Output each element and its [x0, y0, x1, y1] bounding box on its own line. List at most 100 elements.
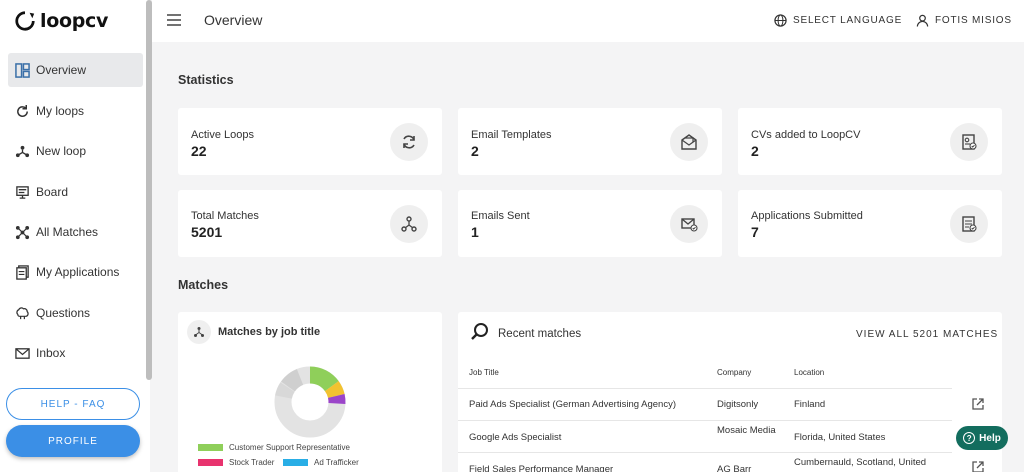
legend-item[interactable]: Stock Trader — [198, 458, 274, 467]
dashboard-icon — [14, 62, 30, 78]
sidebar-item-label: Questions — [36, 306, 91, 320]
sidebar-item-label: All Matches — [36, 225, 99, 239]
location-cell: Florida, United States — [794, 432, 886, 443]
nodes-icon — [390, 205, 428, 243]
donut-slice-yellow[interactable] — [324, 381, 345, 399]
refresh-icon — [14, 103, 30, 119]
sidebar-item-label: My Applications — [36, 265, 120, 279]
logo[interactable]: loopcv — [14, 9, 108, 33]
legend-label: Ad Trafficker — [314, 458, 359, 467]
stat-value: 2 — [751, 143, 759, 159]
stat-label: Total Matches — [191, 210, 259, 222]
sidebar-item-inbox[interactable]: Inbox — [8, 336, 143, 370]
stat-card-emails-sent: Emails Sent 1 — [458, 190, 722, 257]
refresh-icon — [390, 123, 428, 161]
legend-item[interactable]: Customer Support Representative — [198, 443, 350, 452]
sidebar-item-board[interactable]: Board — [8, 175, 143, 209]
mail-icon — [14, 345, 30, 361]
loopcv-logo-icon — [15, 11, 35, 31]
search-icon — [471, 323, 488, 340]
top-bar: Overview SELECT LANGUAGE FOTIS MISIOS — [152, 0, 1024, 42]
job-title-cell[interactable]: Field Sales Performance Manager — [469, 464, 613, 472]
table-divider — [458, 388, 952, 389]
sidebar-item-label: New loop — [36, 144, 87, 158]
stat-label: Applications Submitted — [751, 210, 863, 222]
statistics-title: Statistics — [178, 73, 234, 87]
globe-icon — [774, 14, 787, 27]
view-all-matches-link[interactable]: VIEW ALL 5201 MATCHES — [856, 329, 998, 340]
matches-title: Matches — [178, 278, 229, 292]
matches-by-job-title-card: Matches by job title Customer Support Re… — [178, 312, 442, 472]
location-cell: Cumbernauld, Scotland, United — [794, 457, 927, 468]
mail-check-icon — [670, 205, 708, 243]
legend-label: Stock Trader — [229, 458, 275, 467]
sidebar-item-new-loop[interactable]: New loop — [8, 134, 143, 168]
brain-icon — [14, 305, 30, 321]
help-button[interactable]: ? Help — [956, 426, 1008, 450]
donut-slice-grey[interactable] — [281, 369, 304, 392]
help-faq-button[interactable]: HELP - FAQ — [6, 388, 140, 420]
stat-value: 22 — [191, 143, 207, 159]
application-check-icon — [950, 205, 988, 243]
location-cell: Finland — [794, 399, 826, 410]
stat-card-total-matches: Total Matches 5201 — [178, 190, 442, 257]
donut-slice-purple[interactable] — [327, 393, 346, 404]
sidebar-item-my-applications[interactable]: My Applications — [8, 255, 143, 289]
user-menu-button[interactable]: FOTIS MISIOS — [916, 14, 1012, 27]
stat-card-active-loops: Active Loops 22 — [178, 108, 442, 175]
job-title-donut-chart[interactable] — [274, 366, 346, 438]
donut-slice-grey-2[interactable] — [275, 382, 295, 400]
brand-name: loopcv — [40, 10, 109, 32]
external-link-icon[interactable] — [971, 460, 985, 472]
legend-swatch — [198, 444, 223, 451]
select-language-button[interactable]: SELECT LANGUAGE — [774, 14, 902, 27]
stat-label: Emails Sent — [471, 210, 530, 222]
sidebar-scrollbar[interactable] — [146, 0, 152, 380]
table-divider — [458, 452, 952, 453]
stat-value: 7 — [751, 224, 759, 240]
legend-swatch — [198, 459, 223, 466]
cv-icon — [950, 123, 988, 161]
sidebar-item-label: My loops — [36, 104, 85, 118]
recent-matches-card: Recent matches VIEW ALL 5201 MATCHES Job… — [458, 312, 1002, 472]
table-divider — [458, 420, 952, 421]
external-link-icon[interactable] — [971, 397, 985, 411]
select-language-label: SELECT LANGUAGE — [793, 15, 903, 26]
help-label: Help — [979, 432, 1001, 444]
stat-label: Active Loops — [191, 129, 254, 141]
profile-button[interactable]: PROFILE — [6, 425, 140, 457]
stat-value: 2 — [471, 143, 479, 159]
sidebar-item-label: Board — [36, 185, 69, 199]
sidebar-item-my-loops[interactable]: My loops — [8, 94, 143, 128]
sidebar-item-label: Inbox — [36, 346, 66, 360]
column-header-location[interactable]: Location — [794, 368, 824, 377]
legend-swatch — [283, 459, 308, 466]
column-header-company[interactable]: Company — [717, 368, 751, 377]
page-title: Overview — [204, 12, 263, 28]
sidebar-item-label: Overview — [36, 63, 87, 77]
user-name: FOTIS MISIOS — [935, 15, 1012, 26]
stat-label: CVs added to LoopCV — [751, 129, 861, 141]
job-title-cell[interactable]: Google Ads Specialist — [469, 432, 561, 443]
document-icon — [14, 264, 30, 280]
stat-value: 5201 — [191, 224, 223, 240]
legend-label: Customer Support Representative — [229, 443, 350, 452]
envelope-open-icon — [670, 123, 708, 161]
company-cell: Mosaic Media — [717, 425, 776, 436]
stat-card-email-templates: Email Templates 2 — [458, 108, 722, 175]
hamburger-menu-icon[interactable] — [167, 14, 181, 26]
question-icon: ? — [963, 432, 976, 444]
recent-matches-heading: Recent matches — [498, 328, 582, 340]
sidebar-item-overview[interactable]: Overview — [8, 53, 143, 87]
column-header-job-title[interactable]: Job Title — [469, 368, 499, 377]
sidebar: loopcv Overview My loops New loop Board … — [0, 0, 150, 472]
company-cell: Digitsonly — [717, 399, 759, 410]
user-icon — [916, 14, 929, 27]
job-title-cell[interactable]: Paid Ads Specialist (German Advertising … — [469, 399, 676, 410]
sidebar-item-questions[interactable]: Questions — [8, 296, 143, 330]
legend-item[interactable]: Ad Trafficker — [283, 458, 359, 467]
donut-slice-customer-support[interactable] — [309, 366, 339, 392]
stat-label: Email Templates — [471, 129, 552, 141]
sidebar-item-all-matches[interactable]: All Matches — [8, 215, 143, 249]
board-icon — [14, 184, 30, 200]
